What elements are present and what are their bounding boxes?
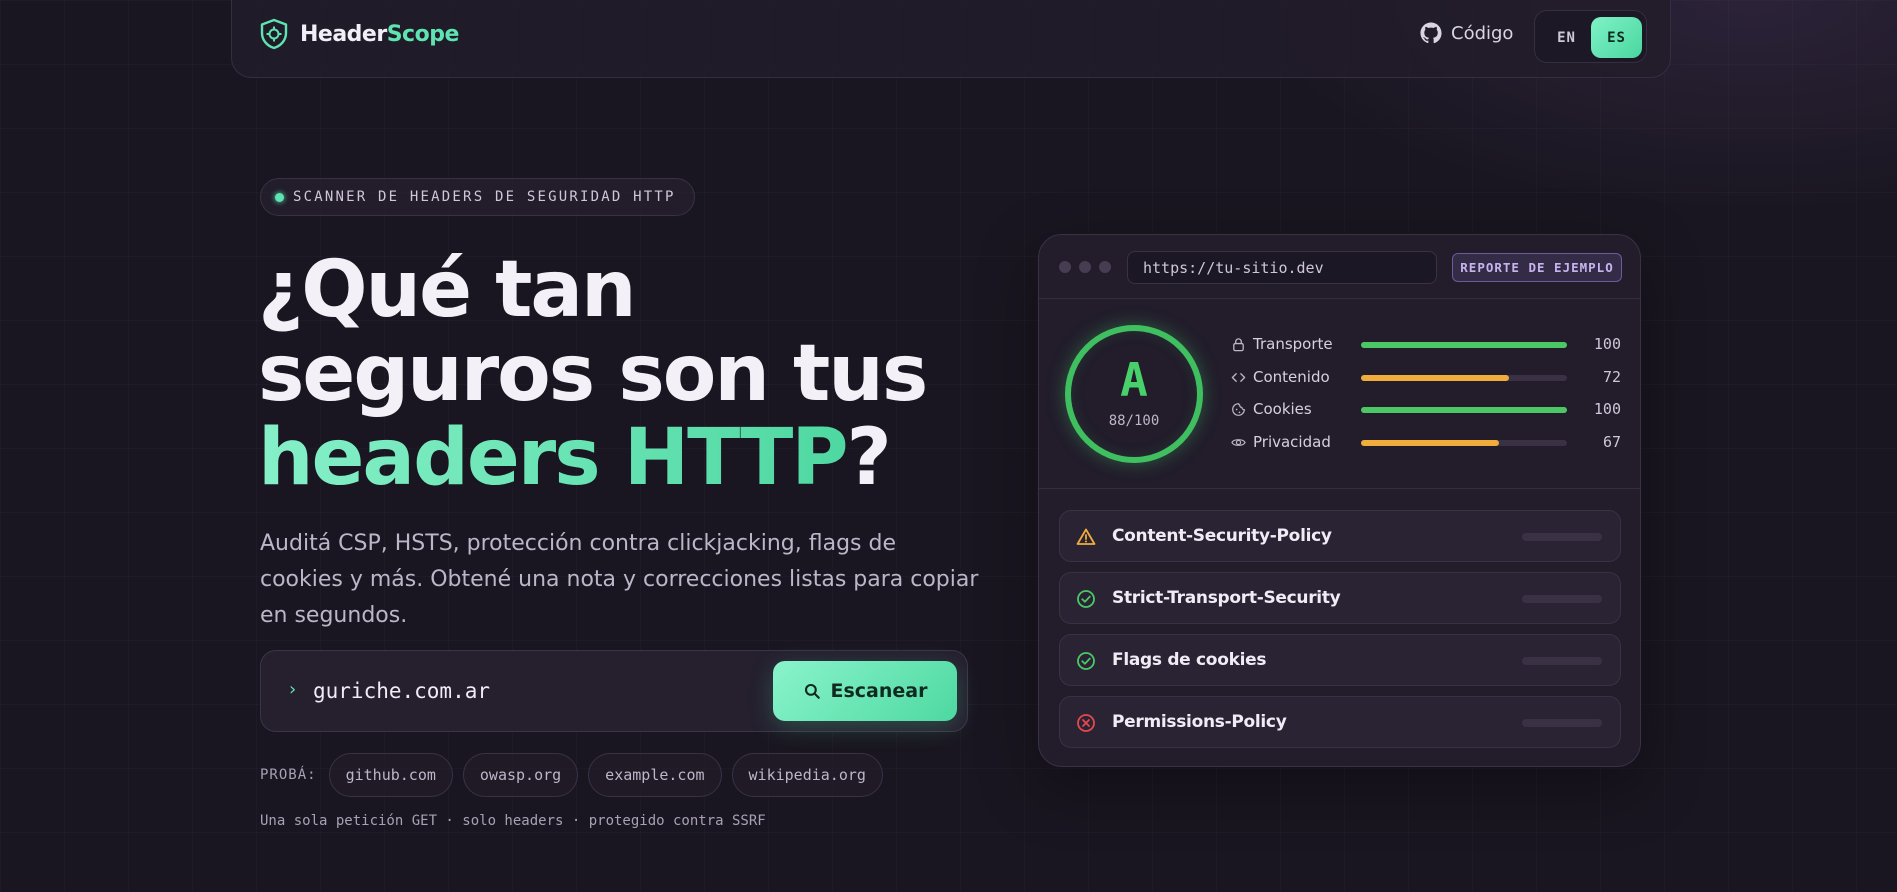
headline-highlight: headers HTTP xyxy=(258,413,848,503)
try-label: PROBÁ: xyxy=(260,767,317,783)
url-input[interactable] xyxy=(313,673,763,709)
metric-value: 100 xyxy=(1593,400,1621,418)
header-name: Permissions-Policy xyxy=(1112,712,1287,732)
report-url: https://tu-sitio.dev xyxy=(1127,251,1437,284)
logo-text: HeaderScope xyxy=(300,22,459,47)
hero-footnote: Una sola petición GET · solo headers · p… xyxy=(260,813,766,829)
check-circle-icon xyxy=(1077,590,1095,608)
metric-label: Cookies xyxy=(1253,400,1312,418)
sample-report-card: https://tu-sitio.dev REPORTE DE EJEMPLO … xyxy=(1038,234,1641,767)
metric-bar xyxy=(1361,440,1567,446)
logo[interactable]: HeaderScope xyxy=(259,18,459,50)
window-dot xyxy=(1059,261,1071,273)
example-chip[interactable]: example.com xyxy=(588,753,722,797)
warning-icon xyxy=(1076,528,1096,545)
metric-bar-fill xyxy=(1361,407,1567,413)
metric-row: Contenido 72 xyxy=(1231,368,1621,388)
header-check-row[interactable]: Content-Security-Policy xyxy=(1059,510,1621,562)
try-examples: PROBÁ: github.com owasp.org example.com … xyxy=(260,753,883,797)
sample-report-badge: REPORTE DE EJEMPLO xyxy=(1452,253,1622,282)
grade-ring: A 88/100 xyxy=(1065,325,1203,463)
top-navbar: HeaderScope Código EN ES xyxy=(231,0,1671,78)
eye-icon xyxy=(1231,439,1246,446)
search-icon xyxy=(804,683,820,699)
example-chip[interactable]: github.com xyxy=(328,753,453,797)
metric-label: Privacidad xyxy=(1253,433,1331,451)
headline-end: ? xyxy=(846,413,892,503)
grade-score: 88/100 xyxy=(1108,413,1160,429)
hero-subtitle: Auditá CSP, HSTS, protección contra clic… xyxy=(260,531,979,628)
code-icon xyxy=(1231,373,1246,382)
metric-bar xyxy=(1361,375,1567,381)
language-switch: EN ES xyxy=(1534,10,1647,63)
x-circle-icon xyxy=(1077,714,1095,732)
example-chip[interactable]: owasp.org xyxy=(462,753,579,797)
prompt-chevron-icon: › xyxy=(287,679,298,700)
window-dot xyxy=(1079,261,1091,273)
header-name: Content-Security-Policy xyxy=(1112,526,1332,546)
metric-value: 100 xyxy=(1593,335,1621,353)
report-titlebar: https://tu-sitio.dev REPORTE DE EJEMPLO xyxy=(1039,235,1640,299)
card-divider xyxy=(1039,488,1640,489)
hero-headline: ¿Qué tan seguros son tus headers HTTP? xyxy=(258,245,928,503)
skeleton-placeholder xyxy=(1522,719,1602,727)
metric-row: Cookies 100 xyxy=(1231,400,1621,420)
status-dot xyxy=(275,193,284,202)
headline-line2: seguros son tus xyxy=(258,329,928,419)
header-name: Strict-Transport-Security xyxy=(1112,588,1341,608)
skeleton-placeholder xyxy=(1522,657,1602,665)
logo-text-part2: Scope xyxy=(386,21,460,47)
scan-button-label: Escanear xyxy=(830,680,928,702)
code-link[interactable]: Código xyxy=(1420,22,1513,44)
check-circle-icon xyxy=(1077,652,1095,670)
metric-value: 72 xyxy=(1602,368,1621,386)
header-check-row[interactable]: Flags de cookies xyxy=(1059,634,1621,686)
skeleton-placeholder xyxy=(1522,595,1602,603)
metric-bar xyxy=(1361,407,1567,413)
headline-line1: ¿Qué tan xyxy=(258,245,637,335)
header-name: Flags de cookies xyxy=(1112,650,1267,670)
metric-value: 67 xyxy=(1602,433,1621,451)
metric-bar-fill xyxy=(1361,440,1500,446)
lang-es-button[interactable]: ES xyxy=(1591,17,1642,58)
hero-pill-label: SCANNER DE HEADERS DE SEGURIDAD HTTP xyxy=(293,189,676,205)
grade-letter: A xyxy=(1120,353,1148,407)
cookie-icon xyxy=(1232,403,1245,416)
logo-text-part1: Header xyxy=(300,21,387,47)
code-link-label: Código xyxy=(1451,22,1514,44)
header-check-row[interactable]: Permissions-Policy xyxy=(1059,696,1621,748)
metric-bar-fill xyxy=(1361,342,1567,348)
github-icon xyxy=(1420,22,1442,44)
metric-bar-fill xyxy=(1361,375,1510,381)
example-chip[interactable]: wikipedia.org xyxy=(731,753,883,797)
metric-label: Transporte xyxy=(1253,335,1333,353)
metric-row: Transporte 100 xyxy=(1231,335,1621,355)
scan-form: › Escanear xyxy=(260,650,968,732)
metric-label: Contenido xyxy=(1253,368,1330,386)
lang-en-button[interactable]: EN xyxy=(1541,17,1592,58)
scan-button[interactable]: Escanear xyxy=(773,661,957,721)
header-check-row[interactable]: Strict-Transport-Security xyxy=(1059,572,1621,624)
hero-pill: SCANNER DE HEADERS DE SEGURIDAD HTTP xyxy=(260,178,695,216)
metric-bar xyxy=(1361,342,1567,348)
metric-row: Privacidad 67 xyxy=(1231,433,1621,453)
skeleton-placeholder xyxy=(1522,533,1602,541)
shield-icon xyxy=(260,18,288,50)
window-dot xyxy=(1099,261,1111,273)
lock-icon xyxy=(1233,338,1244,352)
